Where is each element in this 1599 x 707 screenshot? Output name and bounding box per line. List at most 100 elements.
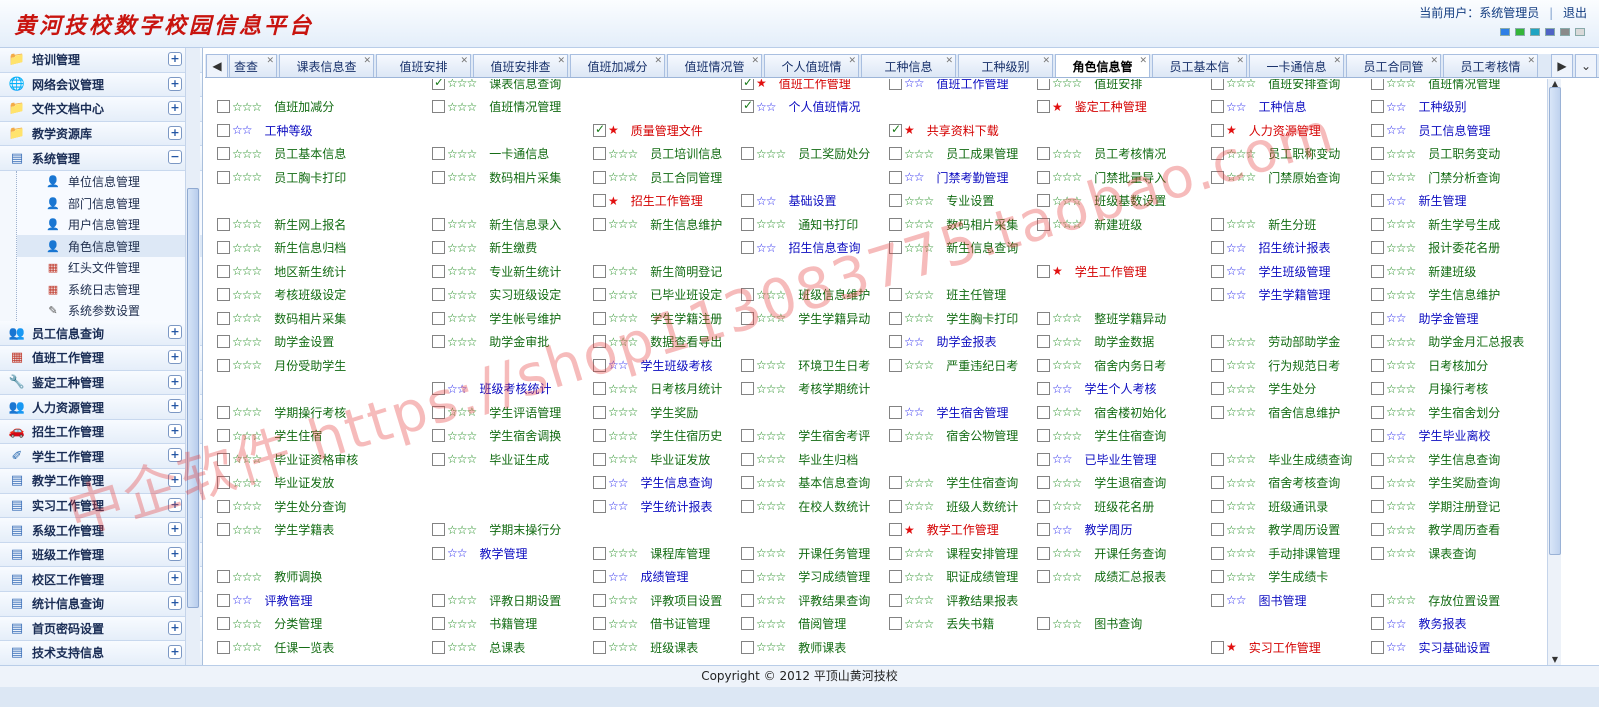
permission-item[interactable]: ☆☆☆ 学生住宿历史 [593,426,722,446]
permission-item[interactable]: ★ 招生工作管理 [593,191,703,211]
permission-item[interactable]: ☆☆☆ 开课任务查询 [1037,543,1166,563]
permission-item[interactable]: ☆☆☆ 毕业证发放 [217,473,334,493]
permission-checkbox[interactable] [1037,429,1050,442]
permission-item[interactable]: ☆☆☆ 员工胸卡打印 [217,167,346,187]
permission-item[interactable]: ☆☆☆ 存放位置设置 [1371,590,1500,610]
scroll-down-arrow-icon[interactable]: ▼ [1548,655,1562,665]
permission-item[interactable]: ☆☆☆ 值班安排查询 [1211,79,1340,93]
sidebar-subitem[interactable]: ▦ 系统日志管理 [17,278,202,300]
permission-item[interactable]: ☆☆ 学生统计报表 [593,496,713,516]
permission-item[interactable]: ☆☆ 基础设置 [741,191,837,211]
tab-close-icon[interactable]: ✕ [654,56,662,66]
permission-checkbox[interactable] [432,100,445,113]
permission-checkbox[interactable] [1037,405,1050,419]
tab-5[interactable]: 值班加减分 ✕ [570,54,665,77]
permission-checkbox[interactable] [1211,546,1224,560]
expand-plus-icon[interactable]: + [168,374,182,389]
sidebar-scrollbar[interactable] [185,48,200,668]
permission-checkbox[interactable] [889,358,902,372]
permission-checkbox[interactable] [593,170,606,184]
permission-checkbox[interactable] [217,241,230,254]
permission-item[interactable]: ☆☆☆ 学生信息维护 [1371,285,1500,305]
permission-checkbox[interactable] [1211,147,1224,160]
permission-checkbox[interactable] [1211,499,1224,513]
expand-plus-icon[interactable]: + [168,76,182,91]
permission-item[interactable]: ☆☆☆ 书籍管理 [432,614,537,634]
permission-checkbox[interactable] [1037,217,1050,231]
permission-checkbox[interactable] [217,358,230,372]
permission-checkbox[interactable] [432,452,445,466]
permission-checkbox[interactable] [741,241,754,254]
permission-checkbox[interactable] [1037,100,1050,113]
sidebar-item[interactable]: 📁 文件文档中心 + [0,97,202,122]
permission-checkbox[interactable] [217,335,230,348]
expand-plus-icon[interactable]: + [168,645,182,660]
permission-item[interactable]: ☆☆☆ 数据查看导出 [593,332,722,352]
permission-checkbox[interactable] [593,311,606,325]
permission-item[interactable]: ☆☆☆ 新生信息录入 [432,214,561,234]
permission-item[interactable]: ☆☆ 学生班级管理 [1211,261,1331,281]
permission-checkbox[interactable] [889,335,902,348]
permission-item[interactable]: ☆☆☆ 宿舍内务日考 [1037,355,1166,375]
permission-checkbox[interactable] [593,617,606,630]
permission-item[interactable]: ☆☆☆ 借书证管理 [593,614,710,634]
expand-plus-icon[interactable]: + [168,125,182,140]
permission-item[interactable]: ☆☆ 学生班级考核 [593,355,713,375]
permission-item[interactable]: ☆☆☆ 门禁批量导入 [1037,167,1166,187]
permission-checkbox[interactable] [593,194,606,207]
permission-checkbox[interactable] [1037,476,1050,489]
permission-checkbox[interactable] [217,452,230,466]
permission-item[interactable]: ☆☆☆ 日考核加分 [1371,355,1488,375]
permission-item[interactable]: ☆☆☆ 环境卫生日考 [741,355,870,375]
permission-checkbox[interactable] [1037,546,1050,560]
sidebar-item[interactable]: 🔧 鉴定工种管理 + [0,370,202,396]
permission-checkbox[interactable] [593,429,606,442]
permission-item[interactable]: ☆☆☆ 员工成果管理 [889,144,1018,164]
permission-checkbox[interactable] [1371,288,1384,301]
permission-checkbox[interactable] [1371,523,1384,536]
permission-item[interactable]: ☆☆ 学生信息查询 [593,473,713,493]
permission-item[interactable]: ☆☆☆ 学生学籍注册 [593,308,722,328]
permission-checkbox[interactable] [593,452,606,466]
permission-item[interactable]: ☆☆☆ 学生奖励 [593,402,698,422]
permission-item[interactable]: ☆☆☆ 专业新生统计 [432,261,561,281]
permission-item[interactable]: ☆☆☆ 学期注册登记 [1371,496,1500,516]
permission-item[interactable]: ☆☆☆ 教学周历查看 [1371,520,1500,540]
permission-checkbox[interactable] [593,546,606,560]
permission-item[interactable]: ☆☆☆ 学生住宿 [217,426,322,446]
permission-checkbox[interactable] [741,358,754,372]
permission-item[interactable]: ☆☆☆ 学期操行考核 [217,402,346,422]
permission-checkbox[interactable] [1211,405,1224,419]
permission-checkbox[interactable] [1371,100,1384,113]
permission-checkbox[interactable] [1371,79,1384,90]
permission-checkbox[interactable] [741,98,754,113]
sidebar-scroll-thumb[interactable] [187,188,199,608]
permission-checkbox[interactable] [593,593,606,607]
tab-close-icon[interactable]: ✕ [363,56,371,66]
permission-item[interactable]: ☆☆☆ 考核学期统计 [741,379,870,399]
permission-item[interactable]: ☆☆☆ 员工考核情况 [1037,144,1166,164]
theme-swatch[interactable] [1515,28,1525,36]
permission-checkbox[interactable] [1371,217,1384,231]
permission-checkbox[interactable] [432,617,445,630]
permission-item[interactable]: ☆☆ 个人值班情况 [741,97,861,117]
sidebar-item[interactable]: ▤ 校区工作管理 + [0,567,202,592]
permission-checkbox[interactable] [217,264,230,278]
tab-4[interactable]: 值班安排查 ✕ [473,54,568,77]
permission-item[interactable]: ★ 人力资源管理 [1211,120,1321,140]
tab-close-icon[interactable]: ✕ [266,56,274,66]
permission-checkbox[interactable] [1211,79,1224,90]
permission-checkbox[interactable] [217,593,230,607]
permission-checkbox[interactable] [889,170,902,184]
permission-item[interactable]: ☆☆☆ 行为规范日考 [1211,355,1340,375]
sidebar-subitem[interactable]: 👤 角色信息管理 [17,235,202,257]
permission-item[interactable]: ☆☆☆ 任课一览表 [217,637,334,657]
permission-item[interactable]: ☆☆☆ 学生学籍异动 [741,308,870,328]
content-scroll-thumb[interactable] [1549,87,1561,555]
permission-item[interactable]: ☆☆☆ 评教结果报表 [889,590,1018,610]
tab-close-icon[interactable]: ✕ [751,56,759,66]
permission-checkbox[interactable] [889,523,902,536]
permission-item[interactable]: ☆☆☆ 实习班级设定 [432,285,561,305]
permission-item[interactable]: ☆☆☆ 班级通讯录 [1211,496,1328,516]
permission-checkbox[interactable] [1371,546,1384,560]
